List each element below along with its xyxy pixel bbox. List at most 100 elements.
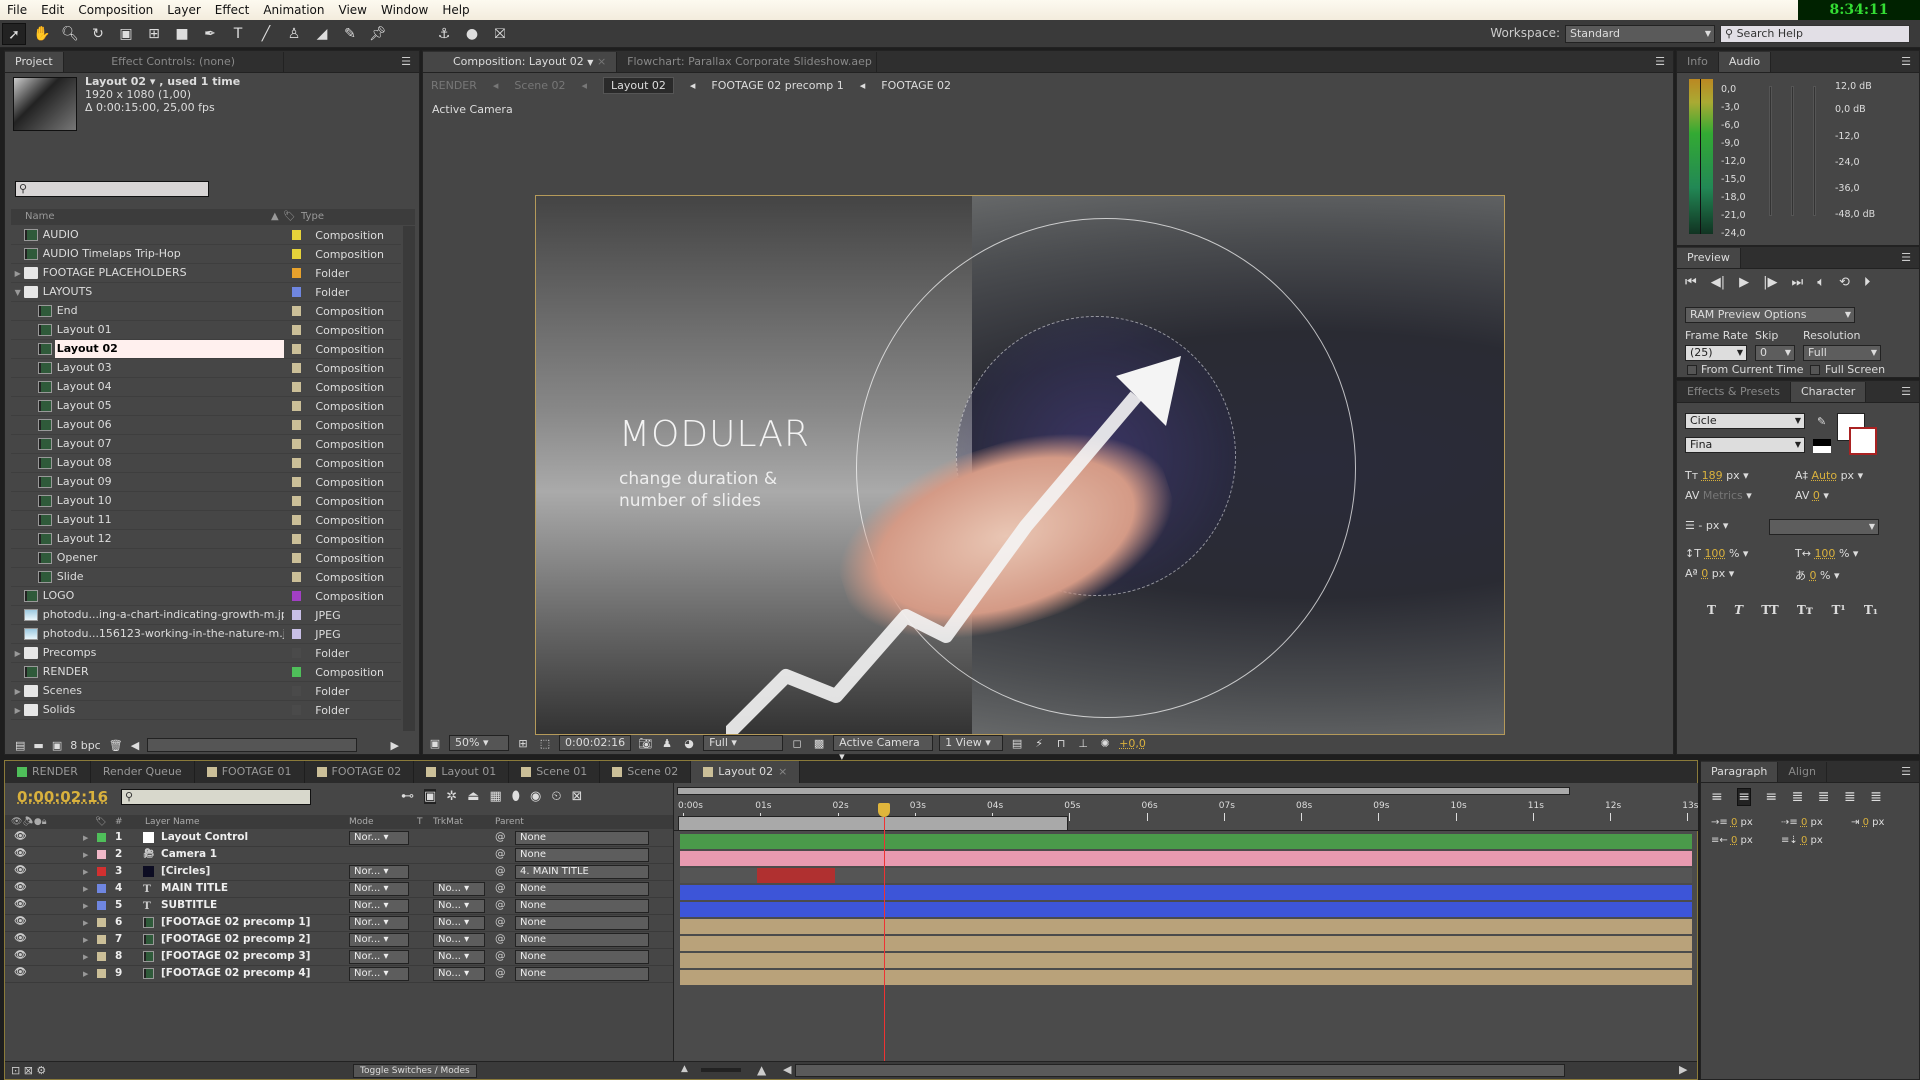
pick-whip-icon[interactable]: @ <box>495 899 506 911</box>
project-item[interactable]: ▶ FOOTAGE PLACEHOLDERS Folder <box>11 264 401 283</box>
scroll-left-icon[interactable]: ◀ <box>131 739 139 752</box>
column-t[interactable]: T <box>417 815 423 829</box>
label-color-swatch[interactable] <box>291 458 302 468</box>
menu-help[interactable]: Help <box>435 3 476 17</box>
baseline-shift-value[interactable]: 0 <box>1701 567 1708 580</box>
skip-select[interactable]: 0 ▼ <box>1755 345 1795 361</box>
pick-whip-icon[interactable]: @ <box>495 967 506 979</box>
label-color-swatch[interactable] <box>97 918 106 927</box>
reset-exposure-icon[interactable]: ✺ <box>1097 737 1113 750</box>
layer-duration-bar[interactable] <box>680 953 1692 968</box>
label-color-swatch[interactable] <box>291 363 302 373</box>
stroke-color-swatch[interactable] <box>1849 427 1877 455</box>
close-icon[interactable]: × <box>778 761 787 783</box>
tab-info[interactable]: Info <box>1677 52 1719 72</box>
ram-preview-options-select[interactable]: RAM Preview Options ▼ <box>1685 307 1855 323</box>
label-color-swatch[interactable] <box>291 325 302 335</box>
breadcrumb-item[interactable]: FOOTAGE 02 precomp 1 <box>711 79 843 92</box>
tab-composition[interactable]: Composition: Layout 02 ▼ × <box>423 52 618 72</box>
last-frame-icon[interactable]: ⏭ <box>1791 275 1803 290</box>
layer-name[interactable]: Layout Control <box>161 831 248 843</box>
parent-select[interactable]: 4. MAIN TITLE <box>515 865 649 879</box>
transparency-grid-icon[interactable]: ▩ <box>811 737 827 750</box>
puppet-pin-tool-icon[interactable]: 📌︎ <box>366 23 390 45</box>
align-left-icon[interactable]: ≡ <box>1711 789 1723 805</box>
ram-preview-icon[interactable]: ⏵ <box>1864 275 1871 290</box>
label-color-swatch[interactable] <box>291 610 302 620</box>
current-time-handle[interactable] <box>877 803 890 817</box>
track-matte-select[interactable]: No... ▾ <box>433 916 485 930</box>
column-name[interactable]: Name <box>11 209 271 225</box>
twirl-icon[interactable]: ▶ <box>83 868 88 876</box>
timeline-zoom-slider[interactable] <box>701 1068 741 1072</box>
layer-duration-bar[interactable] <box>680 885 1692 900</box>
project-item[interactable]: ▶ Precomps Folder <box>11 644 401 663</box>
label-color-swatch[interactable] <box>291 344 302 354</box>
label-color-swatch[interactable] <box>291 629 302 639</box>
label-color-swatch[interactable] <box>97 935 106 944</box>
project-item[interactable]: ▶ Scenes Folder <box>11 682 401 701</box>
blend-mode-select[interactable]: Nor... ▾ <box>349 933 409 947</box>
font-style-select[interactable]: Fina ▼ <box>1685 437 1805 453</box>
panel-menu-icon[interactable]: ☰ <box>401 52 419 72</box>
full-screen-checkbox[interactable] <box>1810 365 1820 375</box>
blend-mode-select[interactable]: Nor... ▾ <box>349 950 409 964</box>
track-matte-select[interactable]: No... ▾ <box>433 967 485 981</box>
project-item[interactable]: Layout 02 Composition <box>11 340 401 359</box>
blend-mode-select[interactable]: Nor... ▾ <box>349 865 409 879</box>
current-time-field[interactable]: 0:00:02:16 <box>559 735 632 751</box>
rotation-tool-icon[interactable]: ↻ <box>86 23 110 45</box>
twirl-icon[interactable]: ▶ <box>83 851 88 859</box>
menu-effect[interactable]: Effect <box>208 3 257 17</box>
space-before-value[interactable]: 0 <box>1801 817 1807 828</box>
frame-rate-select[interactable]: (25) ▼ <box>1685 345 1747 361</box>
tab-audio[interactable]: Audio <box>1718 52 1772 72</box>
timeline-tab[interactable]: Layout 02 × <box>691 761 801 783</box>
tab-paragraph[interactable]: Paragraph <box>1701 762 1779 782</box>
timeline-tab[interactable]: FOOTAGE 01 <box>195 761 305 783</box>
loop-icon[interactable]: ⟲ <box>1839 275 1850 290</box>
timeline-icon[interactable]: ⊓ <box>1053 737 1069 750</box>
view-select[interactable]: Active Camera ▾ <box>833 735 934 763</box>
brainstorm-icon[interactable]: ⬮ <box>512 789 520 804</box>
layer-duration-bar[interactable] <box>680 970 1692 985</box>
zoom-tool-icon[interactable]: 🔍︎ <box>58 23 82 45</box>
label-color-swatch[interactable] <box>291 686 302 696</box>
layer-name[interactable]: MAIN TITLE <box>161 882 228 894</box>
label-color-swatch[interactable] <box>291 439 302 449</box>
twirl-icon[interactable]: ▼ <box>11 288 24 297</box>
timeline-graph[interactable]: 0:00s 01s 02s 03s 04s 05s 06s 07s 08s 09s 10s 11s 12… <box>673 783 1698 1079</box>
layer-duration-bar[interactable] <box>680 834 1692 849</box>
tab-preview[interactable]: Preview <box>1677 248 1741 268</box>
tsume-value[interactable]: 0 <box>1810 569 1817 582</box>
preview-resolution-select[interactable]: Full ▼ <box>1803 345 1881 361</box>
twirl-icon[interactable]: ▶ <box>11 649 24 658</box>
tab-flowchart[interactable]: Flowchart: Parallax Corporate Slideshow.… <box>617 52 878 72</box>
resolution-select[interactable]: Full ▾ <box>703 735 784 751</box>
breadcrumb-item[interactable]: FOOTAGE 02 <box>881 79 951 92</box>
tracking-value[interactable]: 0 <box>1813 489 1820 502</box>
graph-editor-icon[interactable]: ⊠ <box>571 789 582 804</box>
layer-row[interactable]: 👁︎ ▶ 8 [FOOTAGE 02 precomp 3] Nor... ▾ N… <box>5 949 673 966</box>
project-item[interactable]: Layout 11 Composition <box>11 511 401 530</box>
tab-effects-presets[interactable]: Effects & Presets <box>1677 382 1791 402</box>
eyedropper-icon[interactable]: ✎ <box>1817 415 1826 428</box>
layer-name[interactable]: [FOOTAGE 02 precomp 2] <box>161 933 310 945</box>
parent-select[interactable]: None <box>515 831 649 845</box>
workspace-select[interactable]: Standard ▼ <box>1565 25 1715 43</box>
justify-last-right-icon[interactable]: ≣ <box>1844 789 1856 805</box>
menu-file[interactable]: File <box>0 3 34 17</box>
first-frame-icon[interactable]: ⏮ <box>1685 275 1697 290</box>
magnification-select[interactable]: 50% ▾ <box>449 735 509 751</box>
tab-project[interactable]: Project <box>5 52 64 72</box>
mask-visibility-icon[interactable]: ⬚ <box>537 737 553 750</box>
view-layout-select[interactable]: 1 View ▾ <box>939 735 1004 751</box>
menu-layer[interactable]: Layer <box>160 3 207 17</box>
scroll-left-icon[interactable]: ◀ <box>783 1063 791 1076</box>
label-color-swatch[interactable] <box>97 952 106 961</box>
layer-name[interactable]: [FOOTAGE 02 precomp 4] <box>161 967 310 979</box>
column-mode[interactable]: Mode <box>349 815 374 829</box>
project-item[interactable]: LOGO Composition <box>11 587 401 606</box>
first-line-indent-value[interactable]: 0 <box>1863 817 1869 828</box>
layer-segment[interactable] <box>757 868 835 883</box>
